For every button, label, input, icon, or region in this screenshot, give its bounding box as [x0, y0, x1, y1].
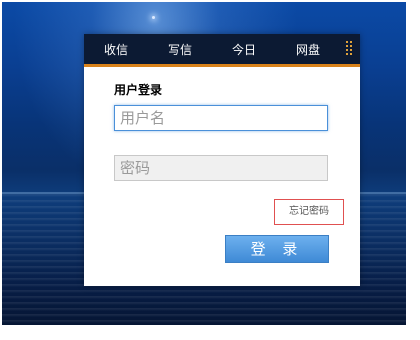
forgot-password-link[interactable]: 忘记密码: [274, 199, 344, 225]
grip-icon[interactable]: [346, 41, 354, 57]
nav-item-compose[interactable]: 写信: [148, 41, 212, 58]
username-input[interactable]: 用户名: [114, 105, 328, 131]
login-button[interactable]: 登 录: [225, 235, 329, 263]
nav-item-today[interactable]: 今日: [212, 41, 276, 58]
nav-item-inbox[interactable]: 收信: [84, 41, 148, 58]
password-input[interactable]: 密码: [114, 155, 328, 181]
top-nav: 收信 写信 今日 网盘: [84, 34, 360, 67]
nav-item-netdisk[interactable]: 网盘: [276, 41, 340, 58]
star-glow: [152, 16, 155, 19]
login-panel: 收信 写信 今日 网盘 用户登录 用户名 密码 忘记密码 登 录: [84, 34, 360, 286]
login-title: 用户登录: [114, 83, 163, 97]
